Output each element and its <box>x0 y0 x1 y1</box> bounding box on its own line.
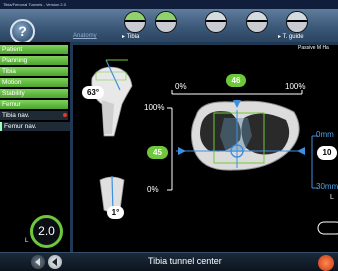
ml-position-value: 45 <box>147 146 168 159</box>
tibia-varus-angle: 1° <box>107 206 124 219</box>
record-button[interactable] <box>318 255 334 271</box>
scale-top-min: 0% <box>175 82 187 91</box>
step-title: Tibia tunnel center <box>148 256 222 266</box>
previous-step-button[interactable] <box>48 255 62 269</box>
tibia-slope-angle: 63° <box>82 86 104 99</box>
step-counter-value: 2.0 <box>38 224 55 238</box>
rewind-icon <box>35 258 40 266</box>
step-counter-side: L <box>25 238 29 244</box>
scale-left-min: 0% <box>147 185 159 194</box>
tibia-plateau-icon <box>190 100 300 171</box>
back-button[interactable] <box>31 255 45 269</box>
depth-scale-bottom: 30mm <box>316 182 338 191</box>
side-indicator: L <box>330 194 334 201</box>
step-counter-dial[interactable]: 2.0 <box>30 215 63 248</box>
chevron-left-icon <box>52 258 57 266</box>
depth-scale-top: 0mm <box>316 130 334 139</box>
scale-top-max: 100% <box>285 82 306 91</box>
tunnel-depth-value: 10 <box>317 146 337 160</box>
ap-position-value: 46 <box>226 74 246 87</box>
scale-left-max: 100% <box>144 103 165 112</box>
